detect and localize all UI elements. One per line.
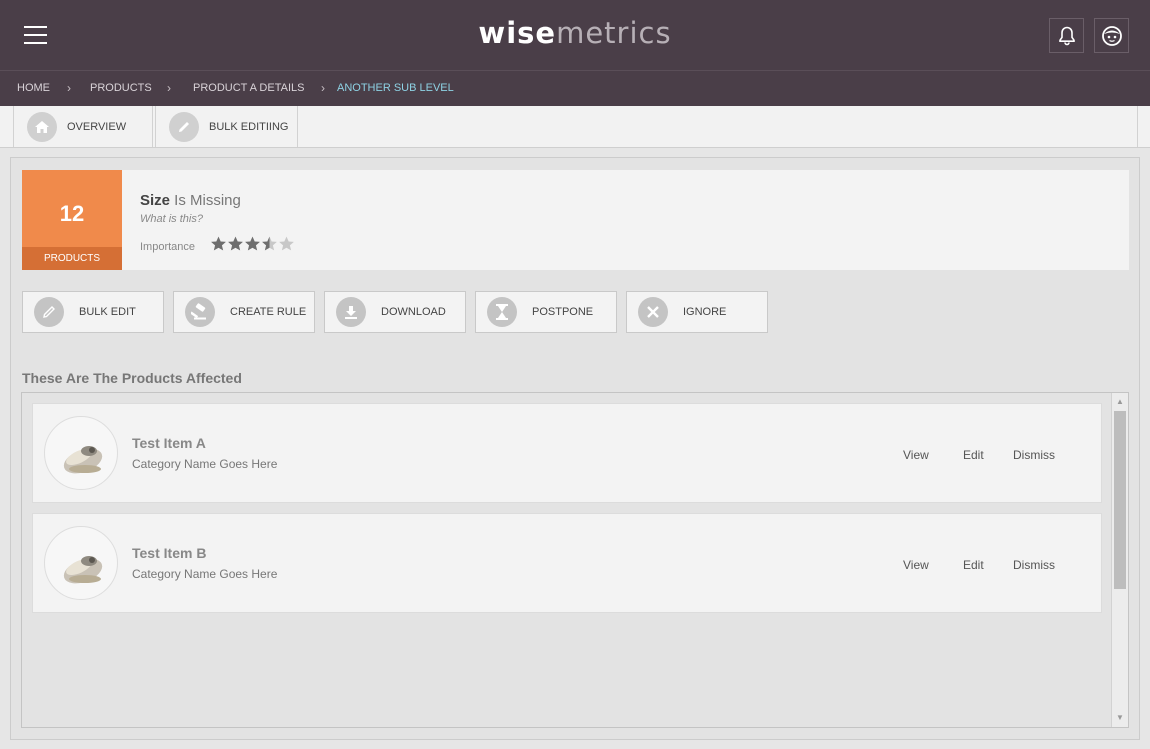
scrollbar-thumb[interactable]: [1114, 411, 1126, 589]
notifications-button[interactable]: [1049, 18, 1084, 53]
star-icon: [211, 236, 226, 251]
pencil-icon: [169, 111, 199, 142]
issue-title: Size Is Missing: [140, 192, 241, 209]
tabs-bar: OVERVIEW BULK EDITIING: [0, 106, 1150, 148]
breadcrumb-home[interactable]: HOME: [17, 82, 50, 94]
edit-link[interactable]: Edit: [963, 558, 984, 572]
edit-link[interactable]: Edit: [963, 448, 984, 462]
user-face-icon: [1101, 25, 1122, 46]
importance-label: Importance: [140, 241, 196, 253]
ignore-button[interactable]: IGNORE: [626, 291, 768, 333]
list-item: Test Item A Category Name Goes Here View…: [32, 403, 1102, 503]
tab-overview[interactable]: OVERVIEW: [13, 106, 153, 147]
download-button[interactable]: DOWNLOAD: [324, 291, 466, 333]
breadcrumb-product-a-details[interactable]: PRODUCT A DETAILS: [193, 82, 304, 94]
view-link[interactable]: View: [903, 558, 929, 572]
issue-title-rest: Is Missing: [170, 192, 241, 209]
issue-card: 12 PRODUCTS Size Is Missing What is this…: [22, 170, 1129, 270]
breadcrumb-separator: ›: [321, 81, 325, 95]
product-category: Category Name Goes Here: [132, 567, 278, 581]
tab-label: OVERVIEW: [67, 120, 127, 133]
gavel-icon: [185, 297, 215, 327]
tabs-divider: [1137, 106, 1138, 147]
product-name: Test Item B: [132, 545, 207, 561]
create-rule-button[interactable]: CREATE RULE: [173, 291, 315, 333]
action-label: IGNORE: [683, 306, 727, 318]
scroll-down-arrow[interactable]: ▼: [1112, 711, 1128, 725]
scrollbar[interactable]: ▲ ▼: [1111, 393, 1128, 727]
product-thumbnail: [44, 416, 118, 490]
product-name: Test Item A: [132, 435, 206, 451]
profile-button[interactable]: [1094, 18, 1129, 53]
breadcrumb-separator: ›: [67, 81, 71, 95]
pencil-icon: [34, 297, 64, 327]
product-count-box[interactable]: 12 PRODUCTS: [22, 170, 122, 270]
logo-part-2: metrics: [556, 16, 672, 50]
list-item: Test Item B Category Name Goes Here View…: [32, 513, 1102, 613]
home-icon: [27, 111, 57, 142]
close-icon: [638, 297, 668, 327]
product-category: Category Name Goes Here: [132, 457, 278, 471]
star-icon: [228, 236, 243, 251]
logo-part-1: wise: [478, 16, 557, 50]
hourglass-icon: [487, 297, 517, 327]
breadcrumb-separator: ›: [167, 81, 171, 95]
breadcrumb-products[interactable]: PRODUCTS: [90, 82, 152, 94]
bulk-edit-button[interactable]: BULK EDIT: [22, 291, 164, 333]
download-icon: [336, 297, 366, 327]
issue-help-link[interactable]: What is this?: [140, 213, 203, 225]
section-title: These Are The Products Affected: [22, 370, 242, 386]
product-list: Test Item A Category Name Goes Here View…: [21, 392, 1129, 728]
star-icon: [279, 236, 294, 251]
logo: wisemetrics: [0, 16, 1150, 50]
view-link[interactable]: View: [903, 448, 929, 462]
action-label: BULK EDIT: [79, 306, 136, 318]
dismiss-link[interactable]: Dismiss: [1013, 448, 1055, 462]
action-label: DOWNLOAD: [381, 306, 446, 318]
product-thumbnail: [44, 526, 118, 600]
tab-label: BULK EDITIING: [209, 120, 289, 133]
action-label: POSTPONE: [532, 306, 594, 318]
action-label: CREATE RULE: [230, 306, 307, 318]
bell-icon: [1058, 26, 1075, 45]
dismiss-link[interactable]: Dismiss: [1013, 558, 1055, 572]
product-count-label: PRODUCTS: [22, 247, 122, 270]
breadcrumb: HOME › PRODUCTS › PRODUCT A DETAILS › AN…: [0, 70, 1150, 106]
breadcrumb-current: ANOTHER SUB LEVEL: [337, 82, 454, 94]
importance-rating: [210, 235, 295, 255]
tab-bulk-editing[interactable]: BULK EDITIING: [155, 106, 298, 147]
top-bar: wisemetrics: [0, 0, 1150, 70]
star-icon: [245, 236, 260, 251]
postpone-button[interactable]: POSTPONE: [475, 291, 617, 333]
issue-title-field: Size: [140, 192, 171, 209]
product-count: 12: [59, 201, 85, 226]
scroll-up-arrow[interactable]: ▲: [1112, 395, 1128, 409]
star-icon: [262, 236, 277, 251]
